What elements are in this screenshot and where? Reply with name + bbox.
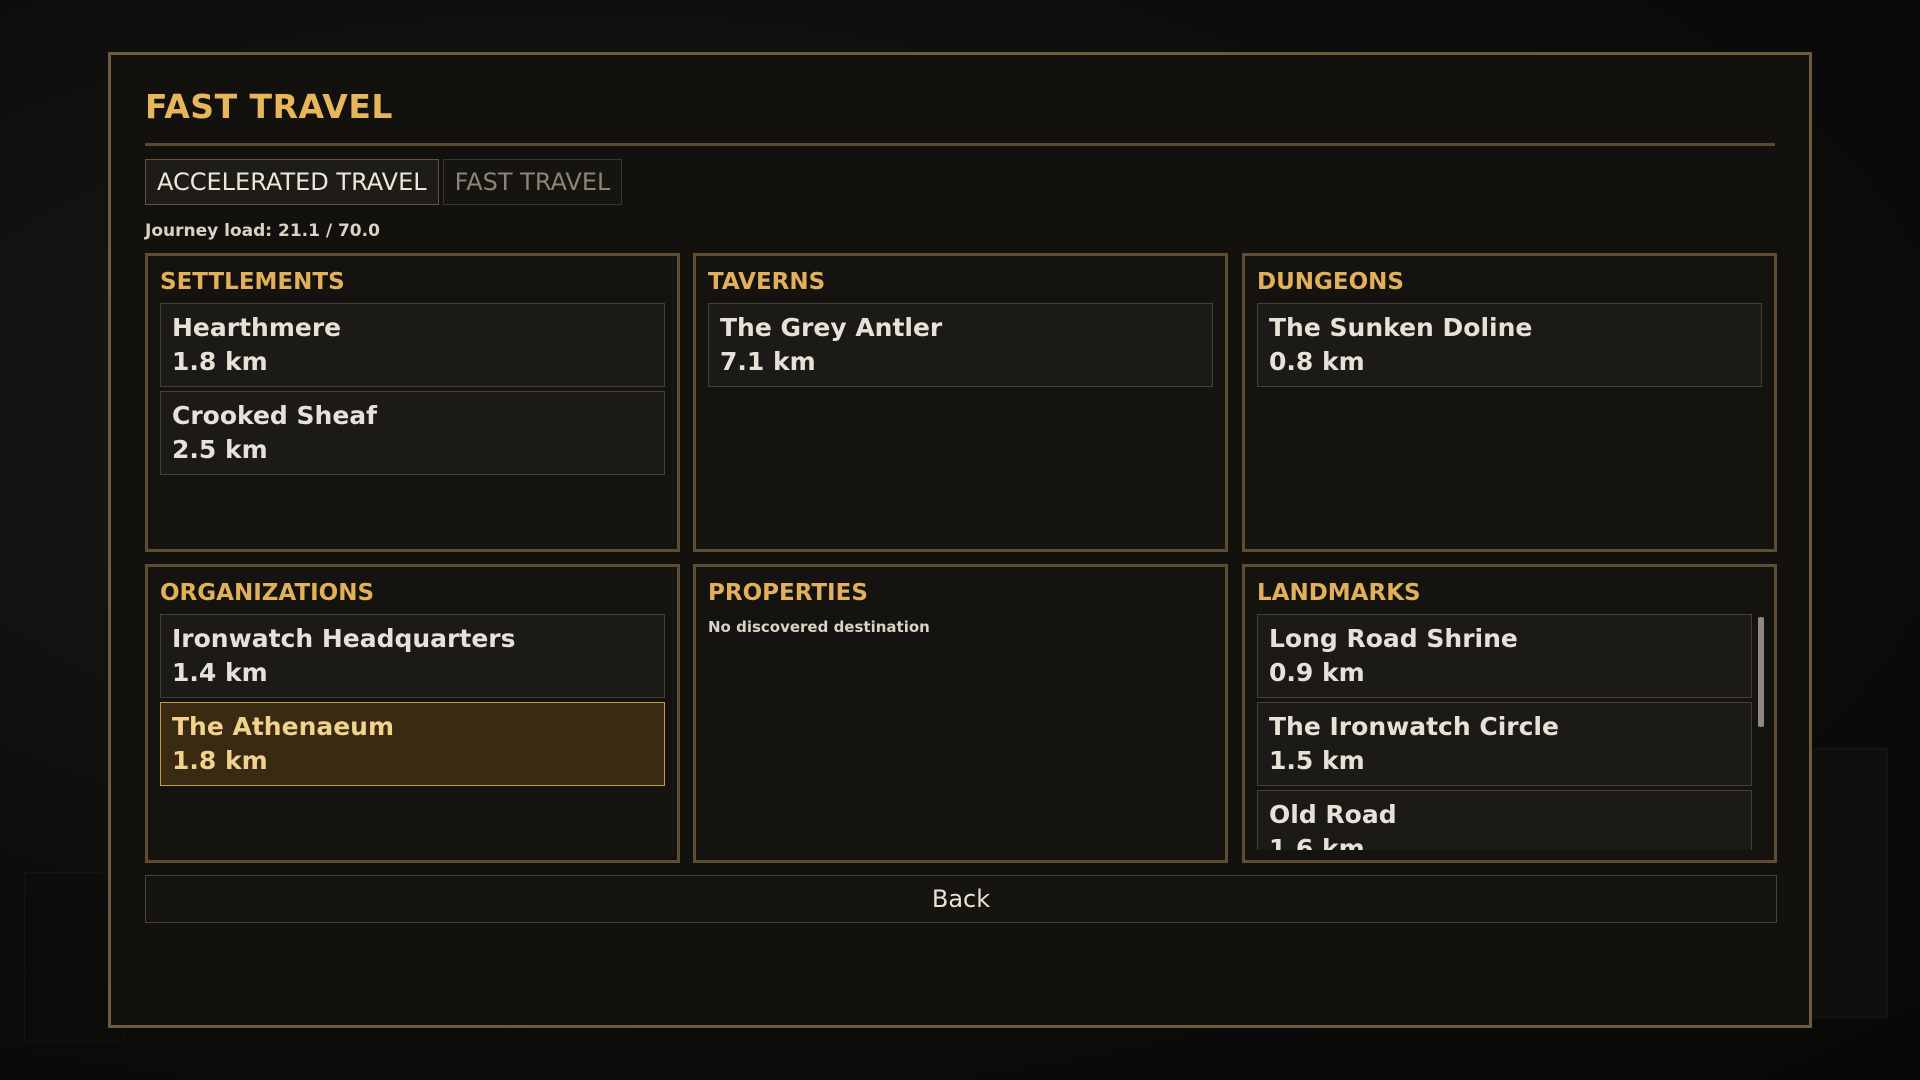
section-title: DUNGEONS (1257, 269, 1404, 295)
destination-list: Hearthmere 1.8 km Crooked Sheaf 2.5 km (160, 303, 665, 539)
title-divider (145, 143, 1775, 146)
destination-name: Old Road (1269, 800, 1397, 829)
travel-mode-tabs: ACCELERATED TRAVEL FAST TRAVEL (145, 159, 623, 205)
destination-list: Ironwatch Headquarters 1.4 km The Athena… (160, 614, 665, 850)
section-organizations: ORGANIZATIONS Ironwatch Headquarters 1.4… (145, 564, 680, 863)
destination-name: Long Road Shrine (1269, 624, 1518, 653)
destination-item[interactable]: Long Road Shrine 0.9 km (1257, 614, 1752, 698)
back-button[interactable]: Back (145, 875, 1777, 923)
destination-distance: 1.8 km (172, 347, 268, 376)
destination-name: The Sunken Doline (1269, 313, 1533, 342)
destination-distance: 0.8 km (1269, 347, 1365, 376)
destination-item[interactable]: The Ironwatch Circle 1.5 km (1257, 702, 1752, 786)
destination-name: Hearthmere (172, 313, 342, 342)
hud-right-box (1800, 748, 1888, 1018)
destination-item[interactable]: Hearthmere 1.8 km (160, 303, 665, 387)
destination-distance: 1.5 km (1269, 746, 1365, 775)
fast-travel-panel: FAST TRAVEL ACCELERATED TRAVEL FAST TRAV… (108, 52, 1812, 1028)
destination-item[interactable]: The Sunken Doline 0.8 km (1257, 303, 1762, 387)
destination-item[interactable]: The Grey Antler 7.1 km (708, 303, 1213, 387)
section-dungeons: DUNGEONS The Sunken Doline 0.8 km (1242, 253, 1777, 552)
destination-item[interactable]: Old Road 1.6 km (1257, 790, 1752, 850)
destination-name: Crooked Sheaf (172, 401, 378, 430)
destination-distance: 2.5 km (172, 435, 268, 464)
landmarks-scrollbar[interactable] (1758, 617, 1764, 727)
section-title: ORGANIZATIONS (160, 580, 375, 606)
destination-distance: 0.9 km (1269, 658, 1365, 687)
destination-list: The Sunken Doline 0.8 km (1257, 303, 1762, 539)
section-title: TAVERNS (708, 269, 826, 295)
destination-item-selected[interactable]: The Athenaeum 1.8 km (160, 702, 665, 786)
section-settlements: SETTLEMENTS Hearthmere 1.8 km Crooked Sh… (145, 253, 680, 552)
tab-accelerated-travel[interactable]: ACCELERATED TRAVEL (145, 159, 439, 205)
section-title: SETTLEMENTS (160, 269, 345, 295)
section-title: LANDMARKS (1257, 580, 1421, 606)
destination-distance: 1.8 km (172, 746, 268, 775)
destination-item[interactable]: Ironwatch Headquarters 1.4 km (160, 614, 665, 698)
panel-title: FAST TRAVEL (145, 87, 393, 126)
empty-message: No discovered destination (708, 618, 930, 636)
destination-distance: 1.6 km (1269, 834, 1365, 850)
destination-item[interactable]: Crooked Sheaf 2.5 km (160, 391, 665, 475)
destination-name: The Ironwatch Circle (1269, 712, 1559, 741)
destination-distance: 7.1 km (720, 347, 816, 376)
destination-name: The Grey Antler (720, 313, 943, 342)
hud-top-banner (880, 20, 1130, 48)
section-landmarks: LANDMARKS Long Road Shrine 0.9 km The Ir… (1242, 564, 1777, 863)
tab-fast-travel[interactable]: FAST TRAVEL (442, 159, 623, 205)
section-properties: PROPERTIES No discovered destination (693, 564, 1228, 863)
destination-list[interactable]: Long Road Shrine 0.9 km The Ironwatch Ci… (1257, 614, 1752, 850)
section-title: PROPERTIES (708, 580, 868, 606)
section-taverns: TAVERNS The Grey Antler 7.1 km (693, 253, 1228, 552)
destination-name: The Athenaeum (172, 712, 395, 741)
destination-distance: 1.4 km (172, 658, 268, 687)
journey-load: Journey load: 21.1 / 70.0 (145, 221, 380, 241)
destination-list: The Grey Antler 7.1 km (708, 303, 1213, 539)
destination-name: Ironwatch Headquarters (172, 624, 516, 653)
